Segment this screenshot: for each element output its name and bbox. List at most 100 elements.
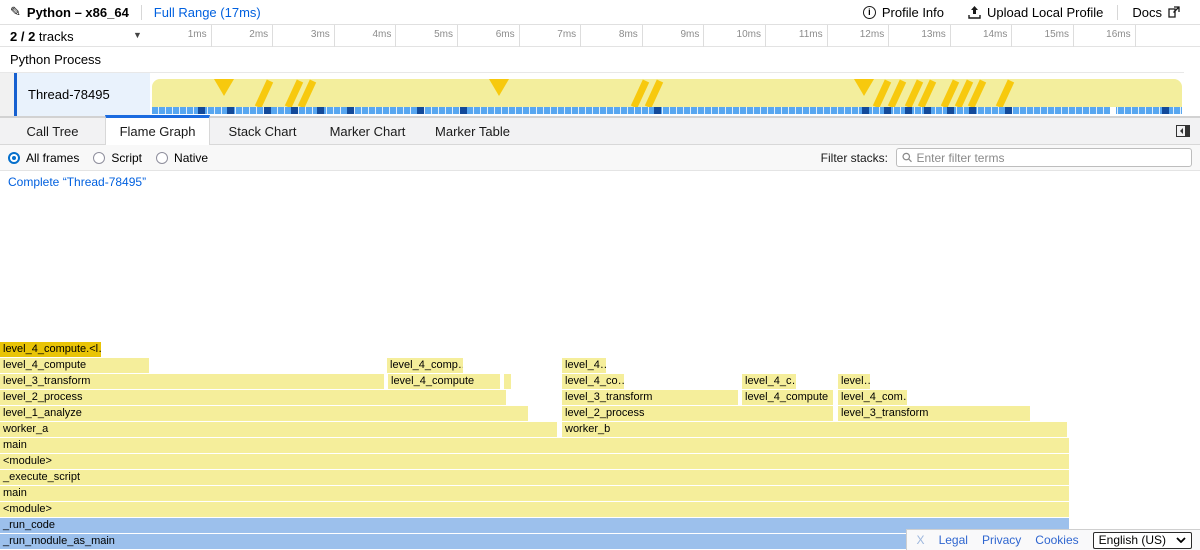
ruler-tick (334, 25, 335, 47)
sample-dark-segment (198, 107, 205, 114)
flame-frame[interactable]: level_1_analyze (0, 406, 528, 421)
tab-call-tree[interactable]: Call Tree (0, 118, 105, 145)
flame-frame[interactable]: worker_b (562, 422, 1067, 437)
flame-frame[interactable]: level_4_com… (838, 390, 907, 405)
flame-frame[interactable]: level_3_transform (562, 390, 738, 405)
ruler-tick-label: 3ms (286, 29, 330, 40)
ruler-tick (1011, 25, 1012, 47)
tab-marker-table[interactable]: Marker Table (420, 118, 525, 145)
filter-input-box[interactable] (896, 148, 1192, 167)
flame-frame[interactable] (504, 374, 511, 389)
flame-frame[interactable]: main (0, 438, 1069, 453)
flame-frame[interactable]: level_4_compute.<l… (0, 342, 101, 357)
profile-info-button[interactable]: i Profile Info (853, 5, 954, 20)
edit-pencil-icon[interactable]: ✎ (10, 4, 21, 20)
flame-frame[interactable]: <module> (0, 502, 1069, 517)
activity-marker (258, 81, 270, 107)
upload-profile-button[interactable]: Upload Local Profile (958, 5, 1113, 20)
activity-marker (648, 81, 660, 107)
ruler-tick-label: 11ms (779, 29, 823, 40)
external-link-icon (1168, 6, 1180, 18)
sample-dark-segment (654, 107, 661, 114)
sample-dark-segment (264, 107, 271, 114)
tracks-count: 2 / 2 tracks (10, 29, 74, 44)
activity-marker (214, 79, 234, 96)
sidebar-toggle-icon[interactable] (1176, 125, 1190, 137)
activity-marker (876, 81, 888, 107)
radio-icon (8, 152, 20, 164)
radio-script[interactable]: Script (93, 151, 142, 165)
flame-frame[interactable]: level… (838, 374, 870, 389)
ruler-tick (642, 25, 643, 47)
footer-link-legal[interactable]: Legal (939, 533, 968, 547)
flame-graph-toolbar: All frames Script Native Filter stacks: (0, 145, 1200, 171)
tracks-dropdown-caret[interactable]: ▼ (133, 30, 142, 40)
ruler-tick-label: 9ms (655, 29, 699, 40)
footer-link-privacy[interactable]: Privacy (982, 533, 1021, 547)
tab-flame-graph[interactable]: Flame Graph (105, 115, 210, 145)
activity-marker (301, 81, 313, 107)
flame-frame[interactable]: _execute_script (0, 470, 1069, 485)
activity-marker (921, 81, 933, 107)
sample-dark-segment (227, 107, 234, 114)
track-gutter (0, 73, 14, 116)
ruler-tick-label: 6ms (471, 29, 515, 40)
sample-dark-segment (417, 107, 424, 114)
activity-marker (944, 81, 956, 107)
docs-link[interactable]: Docs (1122, 5, 1190, 20)
sample-dark-segment (905, 107, 912, 114)
flame-frame[interactable]: level_4_co… (562, 374, 624, 389)
radio-label: Native (174, 151, 208, 165)
flame-frame[interactable]: worker_a (0, 422, 557, 437)
ruler-tick-label: 4ms (347, 29, 391, 40)
flame-frame[interactable]: level_3_transform (838, 406, 1030, 421)
flame-frame[interactable]: level_4_compute (0, 358, 149, 373)
flame-frame[interactable]: level_3_transform (0, 374, 384, 389)
track-thread[interactable]: Thread-78495 (0, 73, 1200, 116)
activity-marker (891, 81, 903, 107)
flame-frame[interactable]: level_4… (562, 358, 606, 373)
frame-filter-radios: All frames Script Native (8, 151, 208, 165)
footer-close-button[interactable]: X (917, 533, 925, 547)
ruler-tick (272, 25, 273, 47)
ruler-tick (950, 25, 951, 47)
flame-frame[interactable]: level_4_compute (742, 390, 833, 405)
activity-marker (971, 81, 983, 107)
tab-marker-chart[interactable]: Marker Chart (315, 118, 420, 145)
thread-activity-graph[interactable] (152, 79, 1182, 114)
sample-gap (1110, 107, 1116, 114)
flame-frame[interactable]: level_2_process (562, 406, 833, 421)
filter-input[interactable] (916, 151, 1186, 165)
ruler-tick (888, 25, 889, 47)
samples-strip (152, 107, 1182, 114)
flame-frame[interactable]: level_4_c… (742, 374, 796, 389)
flame-frame[interactable]: level_4_compute (388, 374, 500, 389)
sample-dark-segment (1005, 107, 1012, 114)
flame-graph-canvas[interactable]: level_4_compute.<l…level_4_computelevel_… (0, 193, 1200, 550)
language-select[interactable]: English (US) (1093, 532, 1192, 549)
radio-all-frames[interactable]: All frames (8, 151, 79, 165)
thread-track-label-panel[interactable]: Thread-78495 (17, 73, 150, 116)
full-range-button[interactable]: Full Range (17ms) (142, 5, 273, 20)
language-value: English (US) (1099, 533, 1166, 547)
profile-info-label: Profile Info (882, 5, 944, 20)
track-python-process[interactable]: Python Process (0, 47, 1184, 73)
breadcrumb[interactable]: Complete “Thread-78495” (8, 175, 146, 189)
radio-native[interactable]: Native (156, 151, 208, 165)
breadcrumb-row: Complete “Thread-78495” (0, 171, 1200, 193)
docs-label: Docs (1132, 5, 1162, 20)
tab-stack-chart[interactable]: Stack Chart (210, 118, 315, 145)
flame-frame[interactable]: <module> (0, 454, 1069, 469)
sample-dark-segment (947, 107, 954, 114)
ruler-tick-label: 14ms (963, 29, 1007, 40)
footer-link-cookies[interactable]: Cookies (1035, 533, 1078, 547)
upload-label: Upload Local Profile (987, 5, 1103, 20)
timeline-ruler: 2 / 2 tracks ▼ 1ms2ms3ms4ms5ms6ms7ms8ms9… (0, 25, 1200, 47)
ruler-tick (395, 25, 396, 47)
flame-frame[interactable]: level_4_comp… (387, 358, 463, 373)
ruler-tick-label: 15ms (1025, 29, 1069, 40)
flame-frame[interactable]: level_2_process (0, 390, 506, 405)
ruler-tick (827, 25, 828, 47)
sample-dark-segment (460, 107, 467, 114)
flame-frame[interactable]: main (0, 486, 1069, 501)
